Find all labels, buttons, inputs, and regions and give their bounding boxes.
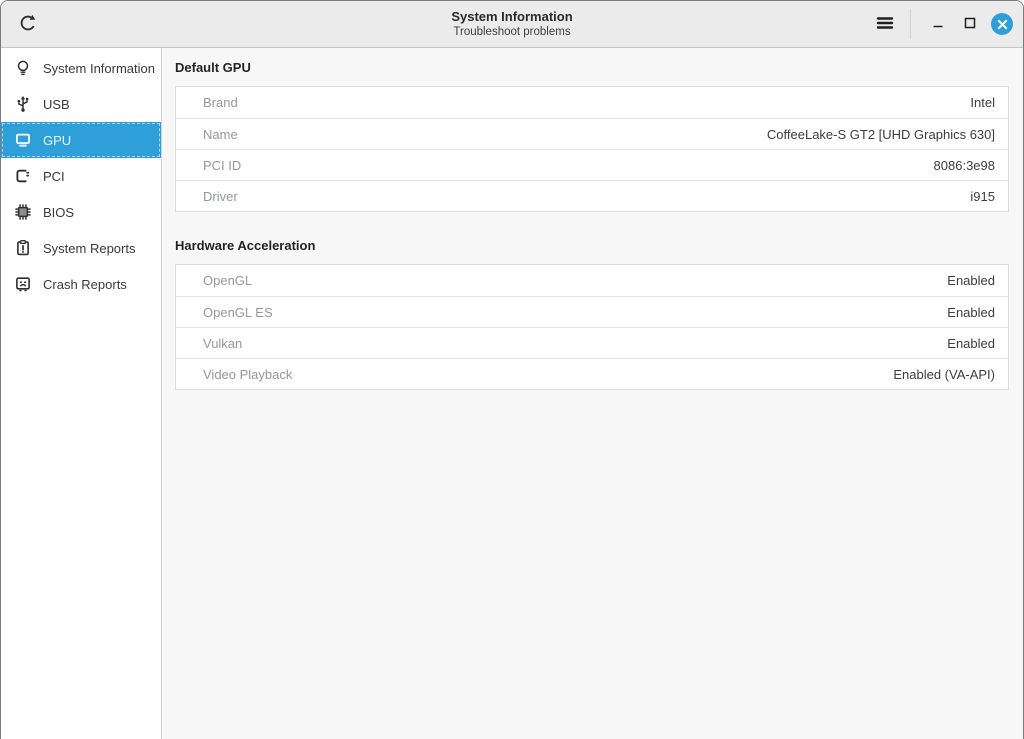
row-value: 8086:3e98 — [934, 158, 995, 173]
sidebar-item-label: GPU — [43, 133, 71, 148]
table-row: Driver i915 — [176, 180, 1008, 211]
row-label: Video Playback — [203, 367, 292, 382]
titlebar: System Information Troubleshoot problems — [1, 1, 1023, 48]
sidebar-item-label: BIOS — [43, 205, 74, 220]
sidebar-item-label: System Information — [43, 61, 155, 76]
section-heading: Hardware Acceleration — [175, 238, 1009, 254]
hamburger-menu-icon — [875, 13, 895, 36]
table-row: Vulkan Enabled — [176, 327, 1008, 358]
window-controls — [872, 9, 1023, 39]
main-content: Default GPU Brand Intel Name CoffeeLake-… — [162, 48, 1023, 739]
clipboard-alert-icon — [14, 239, 32, 257]
row-value: Enabled (VA-API) — [893, 367, 995, 382]
usb-icon — [14, 95, 32, 113]
refresh-icon — [17, 12, 39, 37]
row-value: CoffeeLake-S GT2 [UHD Graphics 630] — [767, 127, 995, 142]
sidebar-item-usb[interactable]: USB — [1, 86, 161, 122]
maximize-icon — [962, 15, 978, 34]
row-label: Driver — [203, 189, 238, 204]
controls-separator — [910, 9, 911, 39]
window-title: System Information — [451, 9, 572, 25]
system-info-window: System Information Troubleshoot problems — [0, 0, 1024, 739]
table-row: OpenGL Enabled — [176, 265, 1008, 296]
section-heading: Default GPU — [175, 60, 1009, 76]
app-body: System Information USB GPU PCI BIOS Syst… — [1, 48, 1023, 739]
close-button[interactable] — [989, 11, 1015, 37]
title-stack: System Information Troubleshoot problems — [1, 1, 1023, 47]
table-row: Video Playback Enabled (VA-API) — [176, 358, 1008, 389]
monitor-icon — [14, 131, 32, 149]
table-row: Name CoffeeLake-S GT2 [UHD Graphics 630] — [176, 118, 1008, 149]
minimize-icon — [930, 15, 946, 34]
sidebar-item-system-reports[interactable]: System Reports — [1, 230, 161, 266]
close-icon — [991, 13, 1013, 35]
table-row: OpenGL ES Enabled — [176, 296, 1008, 327]
pci-card-icon — [14, 167, 32, 185]
sidebar-item-bios[interactable]: BIOS — [1, 194, 161, 230]
sidebar-item-label: USB — [43, 97, 70, 112]
menu-button[interactable] — [872, 11, 898, 37]
row-label: OpenGL — [203, 273, 252, 288]
sidebar-item-crash-reports[interactable]: Crash Reports — [1, 266, 161, 302]
sidebar: System Information USB GPU PCI BIOS Syst… — [1, 48, 162, 739]
lightbulb-icon — [14, 59, 32, 77]
info-table: Brand Intel Name CoffeeLake-S GT2 [UHD G… — [175, 86, 1009, 212]
info-table: OpenGL Enabled OpenGL ES Enabled Vulkan … — [175, 264, 1009, 390]
minimize-button[interactable] — [925, 11, 951, 37]
sidebar-item-system-information[interactable]: System Information — [1, 50, 161, 86]
chip-icon — [14, 203, 32, 221]
sidebar-item-label: Crash Reports — [43, 277, 127, 292]
row-label: PCI ID — [203, 158, 241, 173]
row-value: Enabled — [947, 273, 995, 288]
sidebar-item-gpu[interactable]: GPU — [1, 122, 161, 158]
refresh-button[interactable] — [14, 10, 42, 38]
maximize-button[interactable] — [957, 11, 983, 37]
row-value: Intel — [970, 95, 995, 110]
row-label: Vulkan — [203, 336, 242, 351]
section-hardware-acceleration: Hardware Acceleration OpenGL Enabled Ope… — [175, 238, 1009, 390]
row-label: Brand — [203, 95, 238, 110]
crash-face-icon — [14, 275, 32, 293]
row-label: Name — [203, 127, 238, 142]
table-row: Brand Intel — [176, 87, 1008, 118]
sidebar-item-label: System Reports — [43, 241, 135, 256]
row-value: i915 — [970, 189, 995, 204]
section-default-gpu: Default GPU Brand Intel Name CoffeeLake-… — [175, 60, 1009, 212]
row-label: OpenGL ES — [203, 305, 273, 320]
sidebar-item-pci[interactable]: PCI — [1, 158, 161, 194]
sidebar-item-label: PCI — [43, 169, 65, 184]
row-value: Enabled — [947, 305, 995, 320]
row-value: Enabled — [947, 336, 995, 351]
window-subtitle: Troubleshoot problems — [453, 25, 570, 39]
table-row: PCI ID 8086:3e98 — [176, 149, 1008, 180]
